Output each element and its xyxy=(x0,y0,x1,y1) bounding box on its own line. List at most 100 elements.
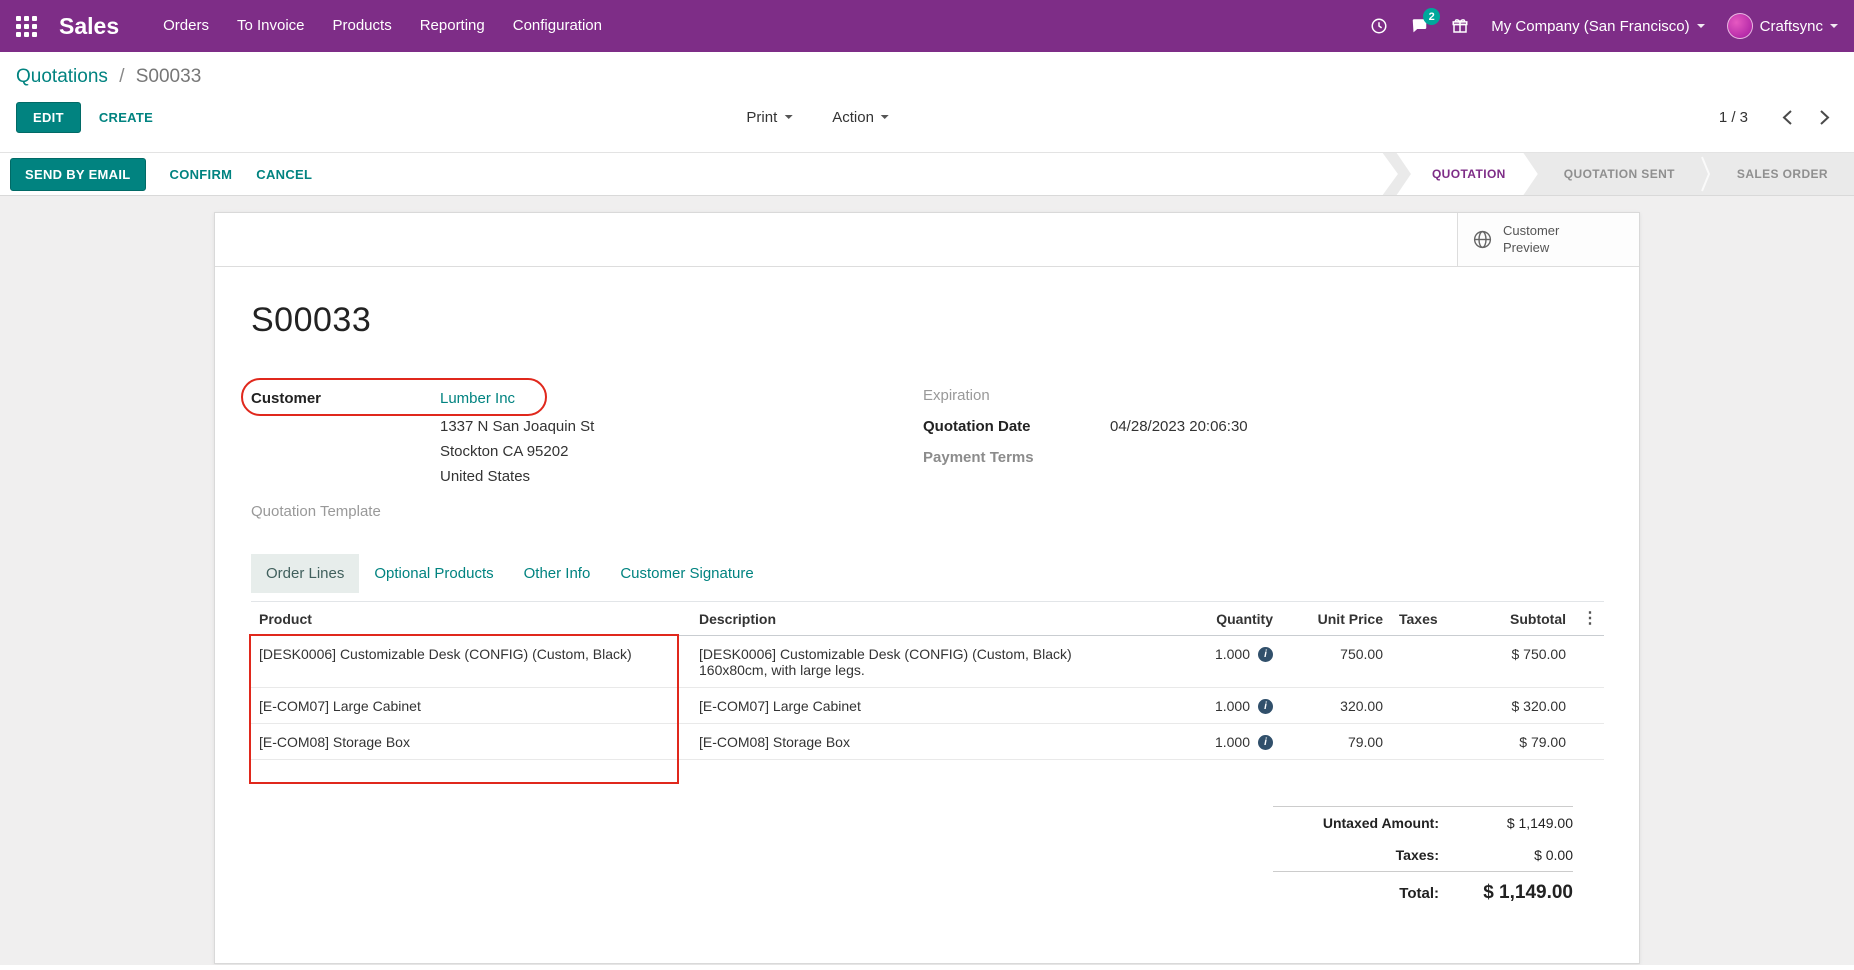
create-button[interactable]: CREATE xyxy=(99,110,153,125)
form-statusbar: SEND BY EMAIL CONFIRM CANCEL QUOTATION Q… xyxy=(0,152,1854,196)
nav-to-invoice[interactable]: To Invoice xyxy=(223,0,319,52)
activities-clock-icon[interactable] xyxy=(1370,17,1388,35)
send-by-email-button[interactable]: SEND BY EMAIL xyxy=(10,158,146,191)
cancel-button[interactable]: CANCEL xyxy=(256,167,312,182)
chevron-down-icon xyxy=(1697,24,1705,28)
tab-optional-products[interactable]: Optional Products xyxy=(359,554,508,593)
cell-description: [E-COM07] Large Cabinet xyxy=(691,688,1161,724)
breadcrumb-current: S00033 xyxy=(136,66,202,87)
customer-label: Customer xyxy=(251,390,440,407)
col-header-description[interactable]: Description xyxy=(691,602,1161,636)
messages-badge: 2 xyxy=(1423,8,1440,25)
nav-configuration[interactable]: Configuration xyxy=(499,0,616,52)
customer-field-row: Customer Lumber Inc xyxy=(251,386,923,410)
step-separator-icon xyxy=(1701,152,1711,196)
gift-icon[interactable] xyxy=(1451,17,1469,35)
col-header-subtotal[interactable]: Subtotal xyxy=(1466,602,1574,636)
cell-product: [DESK0006] Customizable Desk (CONFIG) (C… xyxy=(251,636,691,688)
customer-preview-label: Customer Preview xyxy=(1503,223,1587,257)
user-avatar-icon xyxy=(1727,13,1753,39)
customer-info-column: Customer Lumber Inc 1337 N San Joaquin S… xyxy=(251,386,923,520)
customer-address: 1337 N San Joaquin St Stockton CA 95202 … xyxy=(440,414,923,489)
total-row: Total: $ 1,149.00 xyxy=(1273,871,1573,912)
status-step-quotation-sent[interactable]: QUOTATION SENT xyxy=(1538,152,1701,196)
nav-reporting[interactable]: Reporting xyxy=(406,0,499,52)
customer-link[interactable]: Lumber Inc xyxy=(440,390,515,407)
globe-icon xyxy=(1472,229,1493,250)
col-header-quantity[interactable]: Quantity xyxy=(1161,602,1281,636)
table-header-row: Product Description Quantity Unit Price … xyxy=(251,602,1604,636)
cell-unit-price: 320.00 xyxy=(1281,688,1391,724)
cell-taxes xyxy=(1391,636,1466,688)
cell-subtotal: $ 79.00 xyxy=(1466,724,1574,760)
edit-button[interactable]: EDIT xyxy=(16,102,81,133)
info-section: Customer Lumber Inc 1337 N San Joaquin S… xyxy=(251,386,1603,520)
forecast-info-icon[interactable]: i xyxy=(1258,647,1273,662)
column-options-icon[interactable]: ⋮ xyxy=(1582,610,1598,627)
table-row: [E-COM08] Storage Box [E-COM08] Storage … xyxy=(251,724,1604,760)
col-header-unit-price[interactable]: Unit Price xyxy=(1281,602,1391,636)
cell-product: [E-COM07] Large Cabinet xyxy=(251,688,691,724)
sheet-body: S00033 Customer Lumber Inc 1337 N San Jo… xyxy=(215,267,1639,912)
col-header-taxes[interactable]: Taxes xyxy=(1391,602,1466,636)
action-menu[interactable]: Action xyxy=(832,109,889,126)
cell-quantity: 1.000 xyxy=(1215,734,1250,750)
navbar-systray: 2 My Company (San Francisco) Craftsync xyxy=(1370,13,1838,39)
cell-subtotal: $ 750.00 xyxy=(1466,636,1574,688)
taxes-value: $ 0.00 xyxy=(1461,847,1573,863)
control-panel-buttons: EDIT CREATE Print Action 1 / 3 xyxy=(16,100,1838,134)
pager-next-button[interactable] xyxy=(1811,107,1838,128)
breadcrumb-separator: / xyxy=(119,66,124,87)
messages-icon[interactable]: 2 xyxy=(1410,17,1429,35)
total-value: $ 1,149.00 xyxy=(1461,882,1573,904)
table-row: [E-COM07] Large Cabinet [E-COM07] Large … xyxy=(251,688,1604,724)
quotation-date-value: 04/28/2023 20:06:30 xyxy=(1110,418,1248,435)
status-step-quotation[interactable]: QUOTATION xyxy=(1396,152,1538,196)
order-lines-table: Product Description Quantity Unit Price … xyxy=(251,601,1604,760)
cell-taxes xyxy=(1391,724,1466,760)
app-name[interactable]: Sales xyxy=(59,13,119,40)
dates-info-column: Expiration Quotation Date 04/28/2023 20:… xyxy=(923,386,1603,520)
user-menu[interactable]: Craftsync xyxy=(1727,13,1838,39)
breadcrumb-quotations-link[interactable]: Quotations xyxy=(16,66,108,87)
customer-preview-button[interactable]: Customer Preview xyxy=(1457,213,1639,266)
tab-order-lines[interactable]: Order Lines xyxy=(251,554,359,593)
pager: 1 / 3 xyxy=(1719,107,1838,128)
pager-previous-button[interactable] xyxy=(1774,107,1801,128)
cell-product: [E-COM08] Storage Box xyxy=(251,724,691,760)
total-label: Total: xyxy=(1273,885,1461,902)
forecast-info-icon[interactable]: i xyxy=(1258,699,1273,714)
company-switcher[interactable]: My Company (San Francisco) xyxy=(1491,18,1704,35)
table-row: [DESK0006] Customizable Desk (CONFIG) (C… xyxy=(251,636,1604,688)
pager-value[interactable]: 1 / 3 xyxy=(1719,109,1748,126)
cell-unit-price: 750.00 xyxy=(1281,636,1391,688)
cell-quantity: 1.000 xyxy=(1215,646,1250,662)
forecast-info-icon[interactable]: i xyxy=(1258,735,1273,750)
statusbar-buttons: SEND BY EMAIL CONFIRM CANCEL xyxy=(10,158,312,191)
nav-orders[interactable]: Orders xyxy=(149,0,223,52)
print-menu[interactable]: Print xyxy=(746,109,792,126)
status-step-sales-order[interactable]: SALES ORDER xyxy=(1711,152,1854,196)
tab-other-info[interactable]: Other Info xyxy=(509,554,606,593)
action-menus: Print Action xyxy=(746,109,889,126)
form-view-content: Customer Preview S00033 Customer Lumber … xyxy=(0,196,1854,965)
chevron-down-icon xyxy=(881,115,889,119)
payment-terms-field-row: Payment Terms xyxy=(923,449,1603,471)
confirm-button[interactable]: CONFIRM xyxy=(170,167,233,182)
apps-menu-icon[interactable] xyxy=(16,16,37,37)
sheet-header-strip: Customer Preview xyxy=(215,213,1639,267)
col-header-product[interactable]: Product xyxy=(251,602,691,636)
cell-unit-price: 79.00 xyxy=(1281,724,1391,760)
cell-description: [DESK0006] Customizable Desk (CONFIG) (C… xyxy=(691,636,1161,688)
cell-subtotal: $ 320.00 xyxy=(1466,688,1574,724)
expiration-field-row: Expiration xyxy=(923,387,1603,409)
notebook-tabs: Order Lines Optional Products Other Info… xyxy=(251,554,1603,593)
tab-customer-signature[interactable]: Customer Signature xyxy=(605,554,768,593)
nav-products[interactable]: Products xyxy=(319,0,406,52)
address-line-2: Stockton CA 95202 xyxy=(440,439,923,464)
cell-taxes xyxy=(1391,688,1466,724)
quotation-date-label: Quotation Date xyxy=(923,418,1110,435)
company-name: My Company (San Francisco) xyxy=(1491,18,1689,35)
untaxed-amount-value: $ 1,149.00 xyxy=(1461,815,1573,831)
quotation-title: S00033 xyxy=(251,301,1603,340)
